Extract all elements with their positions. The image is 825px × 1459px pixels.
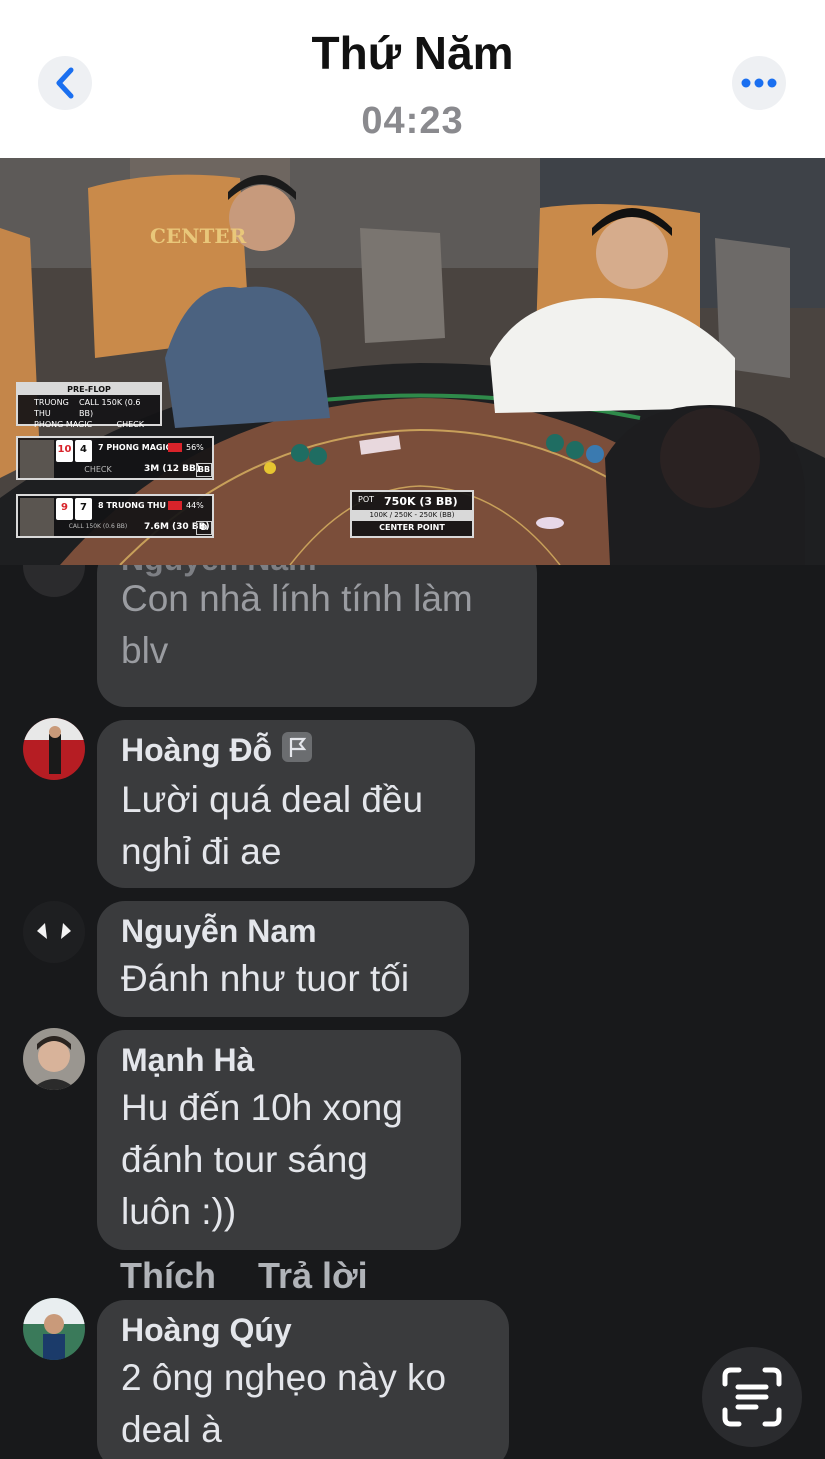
avatar[interactable] <box>23 1298 85 1360</box>
hud-history-row: PHONG MAGIC CHECK <box>34 420 144 429</box>
comment-actions: Thích Trả lời <box>120 1255 400 1297</box>
comment-bubble: Hoàng Qúy 2 ông nghẹo này ko deal à <box>97 1300 509 1459</box>
player-position: BB <box>196 463 212 477</box>
flag-badge-icon <box>282 731 313 762</box>
more-horizontal-icon <box>741 78 777 88</box>
venue-name: CENTER POINT <box>379 523 445 532</box>
comment-author[interactable]: Mạnh Hà <box>121 1042 254 1079</box>
text-scan-icon <box>722 1367 782 1427</box>
comment-bubble: Mạnh Hà Hu đến 10h xong đánh tour sáng l… <box>97 1030 461 1250</box>
poker-video[interactable]: CENTER PRE-FLOP TRUONG THU CALL 150K (0.… <box>0 158 825 565</box>
hud-stage-panel: PRE-FLOP TRUONG THU CALL 150K (0.6 BB) P… <box>16 382 162 429</box>
hole-card: 10 <box>56 440 73 462</box>
player-equity: 56% <box>186 443 204 452</box>
hud-player-1: 10 4 7 PHONG MAGIC 56% CHECK 3M (12 BB) … <box>16 436 214 480</box>
hud-player-2: 9 7 8 TRUONG THU 44% CALL 150K (0.6 BB) … <box>16 494 214 538</box>
player-thumbnail <box>20 440 54 478</box>
avatar-image <box>23 901 85 963</box>
player-name: 7 PHONG MAGIC <box>98 443 172 452</box>
comment-author[interactable]: Nguyễn Nam <box>121 913 317 950</box>
chair-logo: CENTER <box>150 224 247 248</box>
comment-bubble: Nguyễn Nam Đánh như tuor tối <box>97 901 469 1017</box>
comment-author[interactable]: Hoàng Đỗ <box>121 731 313 769</box>
player-stack: 3M (12 BB) <box>144 464 200 474</box>
avatar[interactable] <box>23 718 85 780</box>
player-position: D <box>196 521 212 535</box>
reply-button[interactable]: Trả lời <box>258 1255 368 1296</box>
comment-text: Con nhà lính tính làm blv <box>121 578 473 671</box>
player-action: CALL 150K (0.6 BB) <box>68 523 128 530</box>
page-title: Thứ Năm <box>311 27 514 79</box>
comment-list: Nguyễn Nam Con nhà lính tính làm blv Hoà… <box>0 565 825 1459</box>
hole-card: 4 <box>75 440 92 462</box>
avatar-image <box>23 718 85 780</box>
avatar[interactable] <box>23 901 85 963</box>
comment-text: 2 ông nghẹo này ko deal à <box>121 1357 447 1450</box>
blinds-info: 100K / 250K - 250K (BB) <box>352 510 472 521</box>
hud-pot-panel: POT 750K (3 BB) 100K / 250K - 250K (BB) … <box>350 490 474 538</box>
avatar[interactable] <box>23 565 85 597</box>
comment-bubble: Hoàng Đỗ Lười quá deal đều nghỉ đi ae <box>97 720 475 888</box>
more-button[interactable] <box>732 56 786 110</box>
avatar[interactable] <box>23 1028 85 1090</box>
avatar-image <box>23 1028 85 1090</box>
avatar-image <box>23 1298 85 1360</box>
player-thumbnail <box>20 498 54 536</box>
hole-card: 7 <box>75 498 92 520</box>
flag-icon <box>168 443 182 452</box>
top-bar: Thứ Năm 04:23 <box>0 0 825 158</box>
player-equity: 44% <box>186 501 204 510</box>
comment-bubble: Nguyễn Nam Con nhà lính tính làm blv <box>97 565 537 707</box>
comment-text: Hu đến 10h xong đánh tour sáng luôn :)) <box>121 1087 403 1232</box>
hole-card: 9 <box>56 498 73 520</box>
pot-value: 750K (3 BB) <box>384 495 458 508</box>
timestamp: 04:23 <box>361 100 464 142</box>
comment-text: Đánh như tuor tối <box>121 958 410 999</box>
pot-label: POT <box>358 495 375 504</box>
hud-stage-title: PRE-FLOP <box>18 384 160 395</box>
comment-author[interactable]: Hoàng Qúy <box>121 1312 292 1349</box>
flag-icon <box>168 501 182 510</box>
like-button[interactable]: Thích <box>120 1255 216 1296</box>
hud-history-row: TRUONG THU CALL 150K (0.6 BB) <box>34 398 141 418</box>
player-name: 8 TRUONG THU <box>98 501 166 510</box>
player-action: CHECK <box>84 465 112 474</box>
comment-text: Lười quá deal đều nghỉ đi ae <box>121 779 424 872</box>
text-scan-button[interactable] <box>702 1347 802 1447</box>
